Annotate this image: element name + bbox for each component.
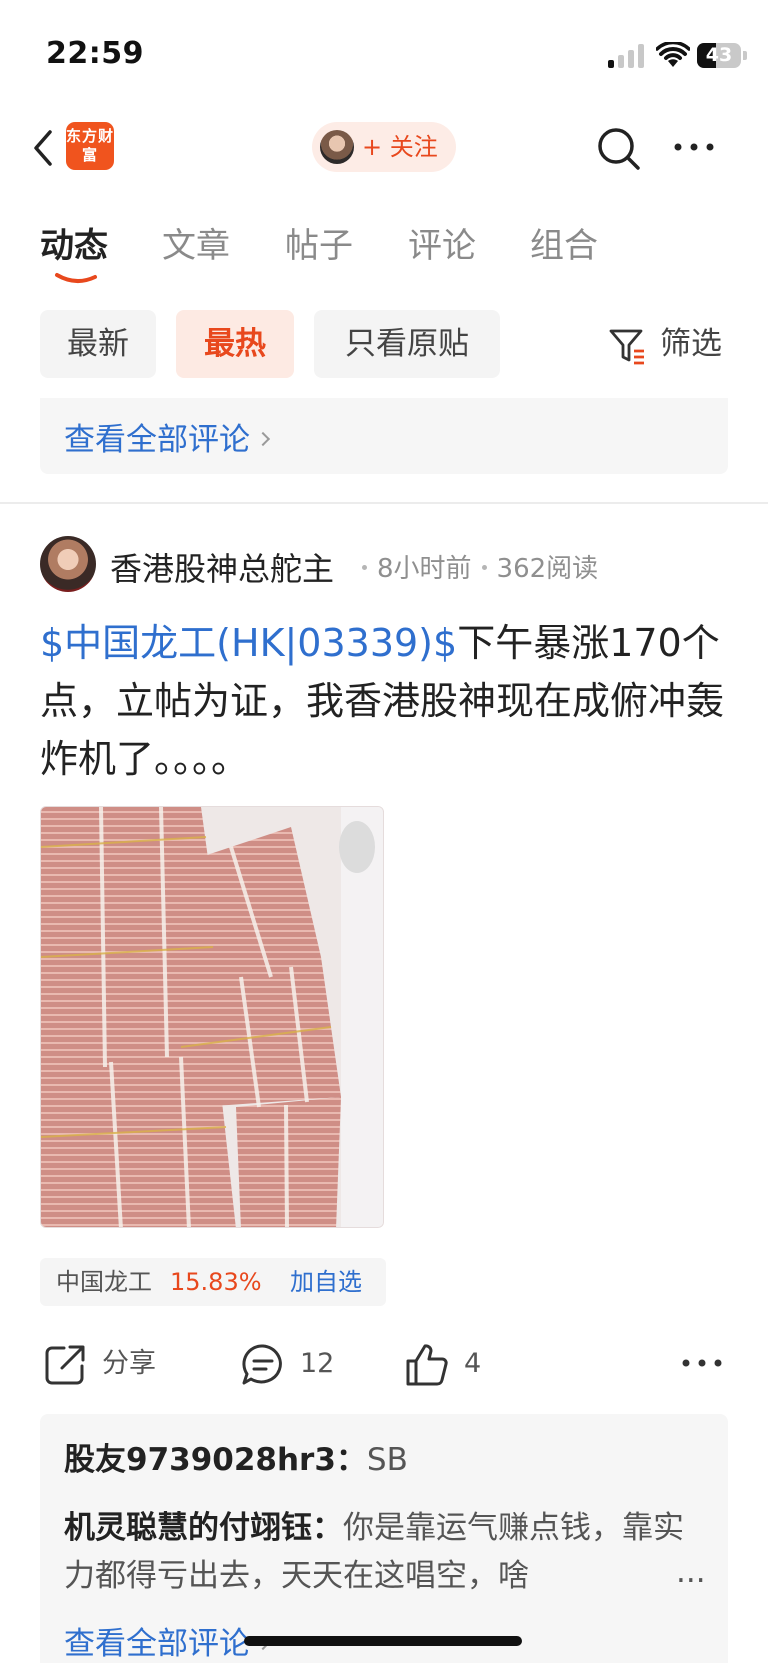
post-image[interactable]: [40, 806, 384, 1228]
follow-label: + 关注: [362, 133, 438, 161]
like-button[interactable]: 4: [404, 1336, 504, 1392]
comment-text: SB: [366, 1442, 408, 1478]
view-all-comments-link[interactable]: 查看全部评论: [64, 414, 271, 459]
stock-card[interactable]: 中国龙工 15.83% 加自选: [40, 1258, 386, 1306]
post-reads: 362阅读: [496, 554, 599, 584]
view-all-comments-label: 查看全部评论: [64, 1626, 250, 1662]
nav-header: 东方财富 + 关注: [0, 110, 768, 190]
comment-icon: [242, 1344, 282, 1385]
battery-cap: [743, 51, 747, 60]
post-meta: 8小时前 362阅读: [352, 548, 598, 585]
share-icon: [45, 1345, 85, 1385]
comment-count: 12: [300, 1348, 335, 1379]
view-all-comments-link[interactable]: 查看全部评论: [64, 1618, 271, 1663]
tab-posts[interactable]: 帖子: [285, 218, 353, 267]
follow-button[interactable]: + 关注: [312, 122, 456, 172]
avatar[interactable]: [40, 536, 96, 592]
separator-dot: [362, 565, 367, 570]
filter-original-only[interactable]: 只看原贴: [314, 310, 500, 378]
comment-button[interactable]: 12: [240, 1336, 350, 1392]
comments-preview: 股友9739028hr3：SB 机灵聪慧的付翊钰：你是靠运气赚点钱，靠实力都得亏…: [40, 1414, 728, 1663]
tab-dynamic[interactable]: 动态: [40, 218, 108, 267]
thumbs-up-icon: [406, 1344, 448, 1386]
separator-dot: [481, 565, 487, 570]
cash-stacks-image: [41, 807, 383, 1227]
more-icon[interactable]: [680, 1348, 724, 1378]
tab-active-indicator: [55, 273, 97, 283]
add-to-watchlist-button[interactable]: 加自选: [290, 1258, 362, 1306]
view-all-comments-label: 查看全部评论: [64, 422, 250, 458]
filter-label: 筛选: [660, 326, 722, 362]
comment-item[interactable]: 股友9739028hr3：SB: [64, 1436, 408, 1484]
post-body[interactable]: $中国龙工(HK|03339)$下午暴涨170个点，立帖为证，我香港股神现在成俯…: [40, 614, 730, 788]
stock-change: 15.83%: [170, 1268, 262, 1296]
wifi-icon: [656, 42, 690, 67]
tab-comments[interactable]: 评论: [408, 218, 476, 267]
post-author-row: 香港股神总舵主 8小时前 362阅读: [40, 536, 740, 592]
tab-portfolio[interactable]: 组合: [530, 218, 598, 267]
stock-tag-link[interactable]: $中国龙工(HK|03339)$: [40, 621, 457, 665]
like-count: 4: [464, 1348, 482, 1379]
post-actions: 分享 12 4: [0, 1336, 768, 1392]
chevron-right-icon: [255, 431, 271, 447]
filter-latest[interactable]: 最新: [40, 310, 156, 378]
comment-user[interactable]: 机灵聪慧的付翊钰：: [64, 1510, 343, 1546]
battery-level: 43: [705, 44, 733, 66]
comment-item[interactable]: 机灵聪慧的付翊钰：你是靠运气赚点钱，靠实力都得亏出去，天天在这唱空，啥: [64, 1504, 704, 1600]
divider: [0, 502, 768, 504]
share-label: 分享: [102, 1348, 156, 1379]
search-icon[interactable]: [596, 126, 642, 172]
comment-ellipsis: ...: [676, 1554, 706, 1590]
app-logo[interactable]: 东方财富: [66, 122, 114, 170]
filter-bar: 最新 最热 只看原贴 筛选: [0, 310, 768, 380]
comment-user[interactable]: 股友9739028hr3：: [64, 1442, 367, 1478]
stock-name: 中国龙工: [56, 1268, 152, 1296]
battery-icon: 43: [697, 43, 741, 68]
share-button[interactable]: 分享: [42, 1336, 182, 1392]
filter-icon: [609, 329, 644, 365]
chevron-left-icon[interactable]: [28, 128, 58, 168]
more-icon[interactable]: [672, 132, 716, 162]
status-bar: 22:59 43: [0, 0, 768, 110]
avatar: [320, 130, 354, 164]
status-time: 22:59: [46, 36, 144, 71]
author-name[interactable]: 香港股神总舵主: [110, 544, 334, 590]
filter-hottest[interactable]: 最热: [176, 310, 294, 378]
cellular-signal-icon: [608, 44, 646, 68]
tab-articles[interactable]: 文章: [162, 218, 230, 267]
post-time: 8小时前: [377, 554, 472, 584]
tab-bar: 动态 文章 帖子 评论 组合: [0, 210, 768, 290]
previous-comments-box: 查看全部评论: [40, 398, 728, 474]
home-indicator[interactable]: [244, 1636, 522, 1646]
